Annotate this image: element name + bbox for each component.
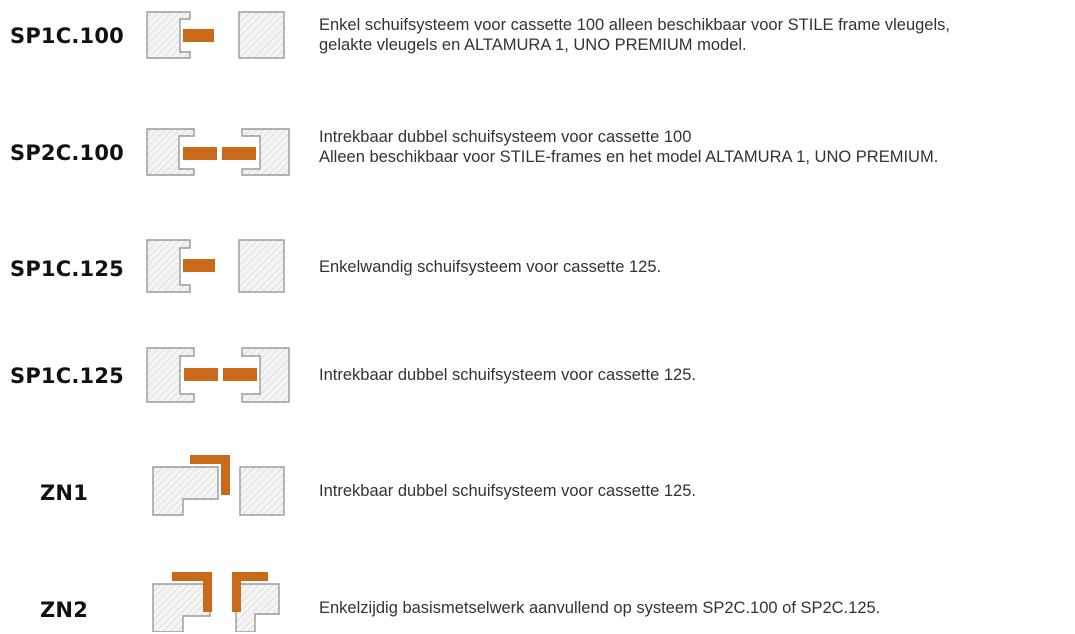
double-slider-cassette-icon: [146, 128, 290, 176]
single-masonry-corner-icon: [152, 455, 285, 516]
slider-rail-bar: [183, 29, 214, 42]
system-description: Intrekbaar dubbel schuifsysteem voor cas…: [319, 128, 939, 166]
single-slider-cassette-icon: [146, 11, 285, 59]
system-code: SP1C.125: [10, 364, 124, 388]
slider-rail-bar: [183, 259, 215, 272]
system-description: Enkel schuifsysteem voor cassette 100 al…: [319, 16, 950, 54]
system-code: ZN2: [40, 598, 89, 622]
system-description: Intrekbaar dubbel schuifsysteem voor cas…: [319, 366, 696, 384]
slider-rail-bar: [184, 368, 218, 381]
system-code: ZN1: [40, 481, 89, 505]
single-slider-cassette-icon: [146, 239, 285, 293]
system-code: SP2C.100: [10, 141, 124, 165]
system-code: SP1C.100: [10, 24, 124, 48]
system-code: SP1C.125: [10, 257, 124, 281]
system-description: Enkelwandig schuifsysteem voor cassette …: [319, 258, 662, 276]
slider-rail-bar: [223, 368, 257, 381]
system-description: Enkelzijdig basismetselwerk aanvullend o…: [319, 599, 881, 617]
slider-rail-bar: [183, 147, 217, 160]
double-slider-cassette-icon: [146, 347, 290, 403]
slider-rail-bar: [222, 147, 256, 160]
system-description: Intrekbaar dubbel schuifsysteem voor cas…: [319, 482, 696, 500]
double-masonry-corner-icon: [152, 572, 280, 632]
